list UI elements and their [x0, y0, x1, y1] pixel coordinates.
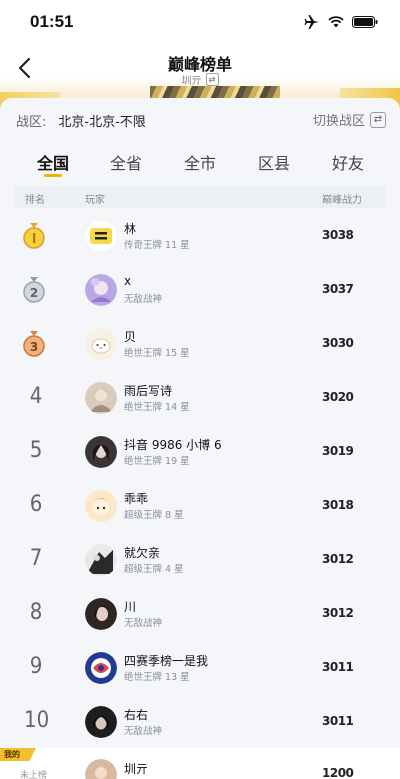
player-score: 3019	[322, 444, 354, 458]
column-rank: 排名	[25, 195, 45, 206]
leaderboard-row[interactable]: 10 右右 无敌战神 3011	[0, 696, 400, 750]
leaderboard-row[interactable]: 7 就欠亲 超级王牌 4 星 3012	[0, 534, 400, 588]
player-score: 3020	[322, 390, 354, 404]
rank-number: 4	[29, 384, 43, 409]
player-name: 乖乖	[124, 492, 149, 506]
player-title: 无敌战神	[124, 294, 163, 305]
avatar	[85, 652, 117, 684]
avatar	[85, 382, 117, 414]
rank-number: 5	[29, 438, 43, 463]
nav-subtitle[interactable]: 圳亓 ⇄	[0, 72, 400, 87]
rank-number: 10	[24, 708, 50, 733]
nav-bar: 巅峰榜单 圳亓 ⇄	[0, 44, 400, 92]
wifi-icon	[328, 16, 344, 28]
player-score: 3018	[322, 498, 354, 512]
status-icons	[304, 15, 378, 29]
player-name: 贝	[124, 330, 137, 344]
rank-number: 9	[29, 654, 43, 679]
player-name: 右右	[124, 708, 149, 722]
leaderboard-row[interactable]: 9 四赛季榜一是我 绝世王牌 13 星 3011	[0, 642, 400, 696]
swap-icon: ⇄	[205, 73, 219, 86]
status-bar: 01:51	[0, 0, 400, 44]
avatar	[85, 598, 117, 630]
avatar	[85, 328, 117, 360]
battery-icon	[352, 16, 378, 28]
scope-tabs: 全国 全省 全市 区县 好友	[0, 150, 400, 180]
bronze-medal-icon: 3	[23, 331, 45, 357]
avatar	[85, 706, 117, 738]
player-score: 3012	[322, 606, 354, 620]
player-title: 绝世王牌 14 星	[124, 402, 190, 413]
leaderboard-row[interactable]: 4 雨后写诗 绝世王牌 14 星 3020	[0, 372, 400, 426]
player-score: 3030	[322, 336, 354, 350]
player-score: 3012	[322, 552, 354, 566]
player-score: 3038	[322, 228, 354, 242]
status-time: 01:51	[30, 12, 74, 31]
column-header: 排名 玩家 巅峰战力	[14, 186, 386, 208]
avatar	[85, 490, 117, 522]
leaderboard-row[interactable]: 8 川 无敌战神 3012	[0, 588, 400, 642]
leaderboard-row[interactable]: 林 传奇王牌 11 星 3038	[0, 210, 400, 264]
player-title: 绝世王牌 19 星	[124, 456, 190, 467]
player-score: 3011	[322, 660, 354, 674]
leaderboard-row[interactable]: 6 乖乖 超级王牌 8 星 3018	[0, 480, 400, 534]
my-rank-row[interactable]: 我的 未上榜 圳亓 1200	[0, 748, 400, 779]
player-name: 抖音 9986 小博 6	[124, 438, 222, 452]
player-name: 川	[124, 600, 137, 614]
player-title: 无敌战神	[124, 726, 163, 737]
rank-number: 7	[29, 546, 43, 571]
tab-district[interactable]: 区县	[239, 150, 309, 174]
leaderboard-card: 战区: 北京-北京-不限 切换战区 ⇄ 全国 全省 全市 区县 好友 排名 玩家…	[0, 98, 400, 779]
switch-zone-label: 切换战区	[312, 114, 365, 129]
tab-national[interactable]: 全国	[18, 150, 88, 174]
player-score: 3037	[322, 282, 354, 296]
active-tab-indicator	[44, 174, 62, 177]
player-title: 超级王牌 8 星	[124, 510, 184, 521]
nav-subtitle-text: 圳亓	[181, 76, 202, 87]
player-title: 绝世王牌 13 星	[124, 672, 190, 683]
leaderboard-row[interactable]: 5 抖音 9986 小博 6 绝世王牌 19 星 3019	[0, 426, 400, 480]
player-name: 四赛季榜一是我	[124, 654, 209, 668]
swap-icon: ⇄	[370, 111, 386, 128]
player-name: 圳亓	[124, 762, 149, 776]
player-score: 3011	[322, 714, 354, 728]
svg-text:2: 2	[30, 286, 38, 300]
switch-zone-button[interactable]: 切换战区 ⇄	[313, 110, 386, 129]
rank-number: 8	[29, 600, 43, 625]
rank-number: 6	[29, 492, 43, 517]
player-name: 雨后写诗	[124, 384, 173, 398]
tab-city[interactable]: 全市	[165, 150, 235, 174]
avatar	[85, 274, 117, 306]
zone-value: 北京-北京-不限	[58, 114, 146, 130]
avatar	[85, 544, 117, 576]
leaderboard-row[interactable]: 3 贝 绝世王牌 15 星 3030	[0, 318, 400, 372]
player-name: 就欠亲	[124, 546, 161, 560]
svg-text:3: 3	[30, 340, 38, 354]
player-title: 绝世王牌 15 星	[124, 348, 190, 359]
column-player: 玩家	[85, 195, 105, 206]
tab-friends[interactable]: 好友	[313, 150, 383, 174]
my-rank-status: 未上榜	[20, 771, 48, 779]
zone-label: 战区:	[16, 114, 47, 130]
player-title: 超级王牌 4 星	[124, 564, 184, 575]
avatar	[85, 759, 117, 779]
player-name: 林	[124, 222, 137, 236]
gold-medal-icon	[23, 223, 45, 249]
avatar	[85, 220, 117, 252]
silver-medal-icon: 2	[23, 277, 45, 303]
my-rank-tag: 我的	[0, 748, 36, 761]
leaderboard-row[interactable]: 2 x 无敌战神 3037	[0, 264, 400, 318]
column-power: 巅峰战力	[322, 195, 362, 206]
airplane-icon	[304, 15, 319, 29]
avatar	[85, 436, 117, 468]
player-name: x	[124, 274, 132, 288]
tab-province[interactable]: 全省	[91, 150, 161, 174]
player-score: 1200	[322, 766, 354, 779]
zone-row: 战区: 北京-北京-不限 切换战区 ⇄	[16, 110, 386, 130]
player-title: 无敌战神	[124, 618, 163, 629]
player-title: 传奇王牌 11 星	[124, 240, 190, 251]
